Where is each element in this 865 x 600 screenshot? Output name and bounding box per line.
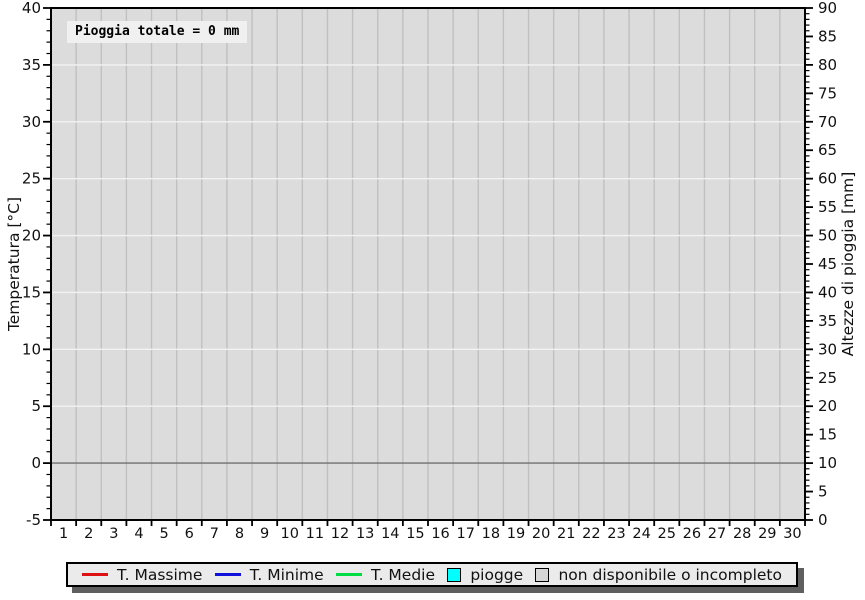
legend-label: piogge — [470, 566, 523, 584]
legend-item-piogge: piogge — [447, 566, 523, 584]
right-axis-title: Altezze di pioggia [mm] — [839, 172, 857, 357]
square-swatch-3 — [447, 568, 461, 582]
legend-label: non disponibile o incompleto — [558, 566, 782, 584]
y-left-tick-label: 5 — [31, 397, 41, 415]
y-left-tick-label: 40 — [22, 0, 41, 17]
x-day-label: 23 — [607, 526, 625, 542]
rain-total-annotation: Pioggia totale = 0 mm — [67, 21, 247, 43]
x-day-label: 10 — [281, 526, 299, 542]
x-day-label: 3 — [109, 526, 118, 542]
x-day-label: 15 — [406, 526, 424, 542]
y-left-tick-label: 30 — [22, 113, 41, 131]
x-day-label: 28 — [733, 526, 751, 542]
y-right-tick-label: 10 — [818, 454, 837, 472]
x-day-label: 14 — [381, 526, 399, 542]
y-right-tick-label: 45 — [818, 255, 837, 273]
y-right-tick-label: 40 — [818, 283, 837, 301]
x-day-label: 29 — [758, 526, 776, 542]
y-right-tick-label: 75 — [818, 84, 837, 102]
x-day-label: 6 — [185, 526, 194, 542]
x-day-label: 25 — [658, 526, 676, 542]
y-left-tick-label: -5 — [26, 511, 41, 529]
legend-label: T. Medie — [371, 566, 435, 584]
line-swatch-1 — [215, 573, 241, 576]
x-day-label: 26 — [683, 526, 701, 542]
line-swatch-2 — [336, 573, 362, 576]
legend-label: T. Minime — [250, 566, 324, 584]
x-day-label: 12 — [331, 526, 349, 542]
y-right-tick-label: 20 — [818, 397, 837, 415]
x-day-label: 11 — [306, 526, 324, 542]
y-right-tick-label: 65 — [818, 141, 837, 159]
x-day-label: 8 — [235, 526, 244, 542]
x-day-label: 17 — [456, 526, 474, 542]
legend-item-t-medie: T. Medie — [336, 566, 435, 584]
y-left-tick-label: 15 — [22, 283, 41, 301]
y-left-tick-label: 35 — [22, 56, 41, 74]
x-day-label: 4 — [134, 526, 143, 542]
y-right-tick-label: 35 — [818, 312, 837, 330]
legend-item-t-massime: T. Massime — [82, 566, 202, 584]
left-axis-title: Temperatura [°C] — [5, 197, 23, 331]
x-day-label: 24 — [632, 526, 650, 542]
y-right-tick-label: 50 — [818, 227, 837, 245]
y-right-tick-label: 80 — [818, 56, 837, 74]
x-day-label: 13 — [356, 526, 374, 542]
y-left-tick-label: 10 — [22, 340, 41, 358]
x-day-label: 20 — [532, 526, 550, 542]
x-day-label: 7 — [210, 526, 219, 542]
x-day-label: 16 — [431, 526, 449, 542]
y-right-tick-label: 25 — [818, 369, 837, 387]
y-left-tick-label: 0 — [31, 454, 41, 472]
x-day-label: 27 — [708, 526, 726, 542]
y-right-tick-label: 0 — [818, 511, 828, 529]
legend-item-t-minime: T. Minime — [215, 566, 324, 584]
plot-canvas: -505101520253035400510152025303540455055… — [0, 0, 865, 600]
x-day-label: 1 — [59, 526, 68, 542]
x-day-label: 18 — [482, 526, 500, 542]
y-right-tick-label: 30 — [818, 340, 837, 358]
y-right-tick-label: 85 — [818, 27, 837, 45]
y-right-tick-label: 55 — [818, 198, 837, 216]
x-day-label: 22 — [582, 526, 600, 542]
x-day-label: 30 — [783, 526, 801, 542]
y-right-tick-label: 15 — [818, 426, 837, 444]
y-left-tick-label: 20 — [22, 227, 41, 245]
y-left-tick-label: 25 — [22, 170, 41, 188]
y-right-tick-label: 60 — [818, 170, 837, 188]
y-right-tick-label: 5 — [818, 483, 828, 501]
legend: T. Massime T. Minime T. Medie piogge non dis… — [66, 562, 798, 587]
line-swatch-0 — [82, 573, 108, 576]
x-day-label: 9 — [260, 526, 269, 542]
y-right-tick-label: 90 — [818, 0, 837, 17]
legend-item-non-disponibile-o-incompleto: non disponibile o incompleto — [535, 566, 782, 584]
y-right-tick-label: 70 — [818, 113, 837, 131]
monthly-weather-chart: -505101520253035400510152025303540455055… — [0, 0, 865, 600]
x-day-label: 2 — [84, 526, 93, 542]
square-swatch-4 — [535, 568, 549, 582]
legend-label: T. Massime — [117, 566, 202, 584]
x-day-label: 5 — [159, 526, 168, 542]
x-day-label: 21 — [557, 526, 575, 542]
x-day-label: 19 — [507, 526, 525, 542]
